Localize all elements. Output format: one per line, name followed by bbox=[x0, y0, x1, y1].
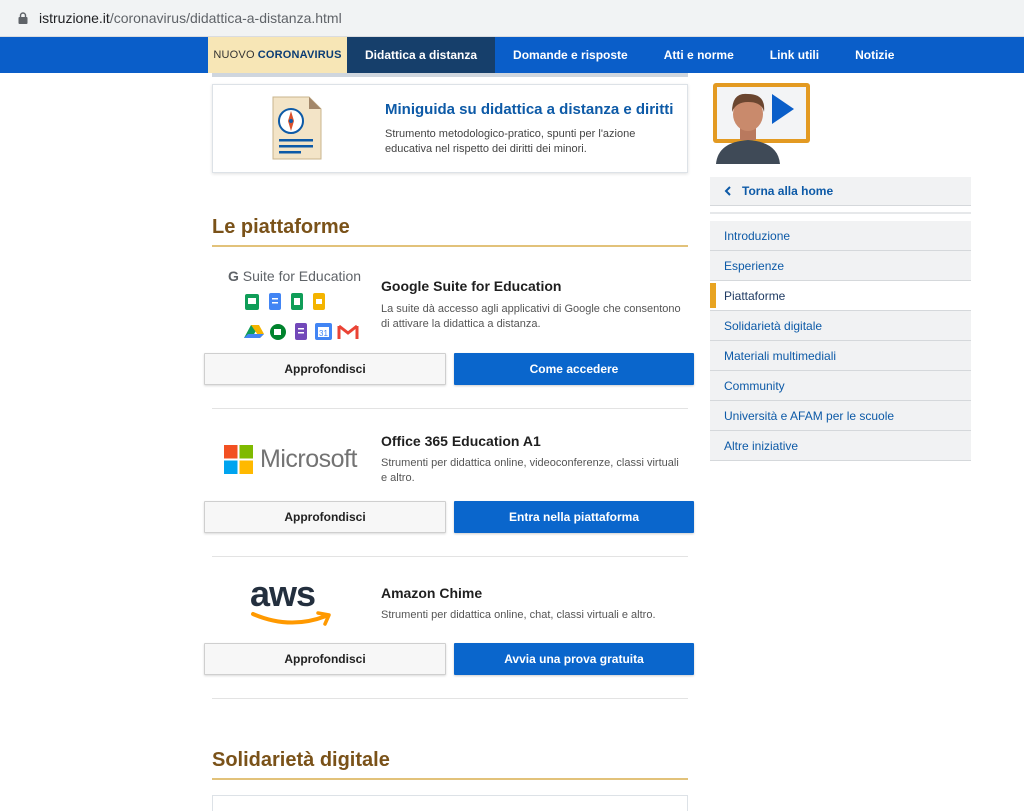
sidebar-item-universita[interactable]: Università e AFAM per le scuole bbox=[710, 401, 971, 431]
platform-divider bbox=[212, 698, 688, 699]
nav-item-notizie[interactable]: Notizie bbox=[837, 37, 912, 73]
platform-desc-microsoft: Strumenti per didattica online, videocon… bbox=[381, 457, 679, 484]
url-domain: istruzione.it bbox=[39, 10, 110, 26]
aws-logo: aws bbox=[250, 576, 340, 630]
amazon-prova-gratuita-button[interactable]: Avvia una prova gratuita bbox=[454, 643, 694, 675]
gsuite-apps-icon: 31 bbox=[244, 293, 359, 340]
miniguide-description: Strumento metodologico-pratico, spunti p… bbox=[385, 128, 636, 155]
platform-desc-google: La suite dà accesso agli applicativi di … bbox=[381, 303, 681, 330]
gsuite-logo: G Suite for Education 31 bbox=[226, 268, 366, 344]
microsoft-logo: Microsoft bbox=[224, 444, 364, 474]
sidebar-item-solidarieta[interactable]: Solidarietà digitale bbox=[710, 311, 971, 341]
platform-desc-amazon: Strumenti per didattica online, chat, cl… bbox=[381, 609, 656, 621]
nav-item-domande[interactable]: Domande e risposte bbox=[495, 37, 646, 73]
miniguide-card[interactable]: Miniguida su didattica a distanza e diri… bbox=[212, 84, 688, 173]
aws-wordmark: aws bbox=[250, 573, 316, 614]
lock-icon bbox=[16, 11, 30, 25]
platform-title-amazon: Amazon Chime bbox=[381, 585, 483, 601]
microsoft-approfondisci-button[interactable]: Approfondisci bbox=[204, 501, 446, 533]
top-navigation: NUOVO CORONAVIRUS Didattica a distanza Do… bbox=[0, 37, 1024, 73]
browser-address-bar[interactable]: istruzione.it/coronavirus/didattica-a-di… bbox=[0, 0, 1024, 37]
gsuite-logo-rest: Suite for Education bbox=[238, 268, 362, 284]
url-path: /coronavirus/didattica-a-distanza.html bbox=[109, 10, 342, 26]
sidebar-separator bbox=[710, 212, 971, 214]
sidebar-menu: Introduzione Esperienze Piattaforme Soli… bbox=[710, 221, 971, 461]
sidebar-item-altre-iniziative[interactable]: Altre iniziative bbox=[710, 431, 971, 461]
badge-prefix: NUOVO bbox=[213, 49, 255, 61]
microsoft-entra-button[interactable]: Entra nella piattaforma bbox=[454, 501, 694, 533]
torna-alla-home-label: Torna alla home bbox=[742, 184, 834, 198]
google-come-accedere-button[interactable]: Come accedere bbox=[454, 353, 694, 385]
aws-smile-icon bbox=[251, 611, 331, 626]
section-title-piattaforme: Le piattaforme bbox=[212, 216, 688, 247]
torna-alla-home-link[interactable]: Torna alla home bbox=[710, 177, 971, 206]
url-text[interactable]: istruzione.it/coronavirus/didattica-a-di… bbox=[39, 10, 342, 26]
nav-item-atti[interactable]: Atti e norme bbox=[646, 37, 752, 73]
gsuite-logo-g: G bbox=[228, 268, 239, 284]
nuovo-coronavirus-badge[interactable]: NUOVO CORONAVIRUS bbox=[208, 37, 347, 73]
microsoft-wordmark: Microsoft bbox=[260, 444, 357, 473]
badge-strong: CORONAVIRUS bbox=[257, 49, 342, 61]
nav-item-didattica[interactable]: Didattica a distanza bbox=[347, 37, 496, 73]
sidebar-item-esperienze[interactable]: Esperienze bbox=[710, 251, 971, 281]
chevron-left-icon bbox=[724, 184, 732, 199]
svg-text:31: 31 bbox=[319, 329, 328, 338]
platform-title-microsoft: Office 365 Education A1 bbox=[381, 433, 541, 449]
miniguide-title[interactable]: Miniguida su didattica a distanza e diri… bbox=[385, 101, 673, 118]
sidebar-item-introduzione[interactable]: Introduzione bbox=[710, 221, 971, 251]
amazon-approfondisci-button[interactable]: Approfondisci bbox=[204, 643, 446, 675]
sidebar-item-piattaforme[interactable]: Piattaforme bbox=[710, 281, 971, 311]
section-title-solidarieta: Solidarietà digitale bbox=[212, 749, 688, 780]
next-card-edge bbox=[212, 795, 688, 811]
platform-title-google: Google Suite for Education bbox=[381, 278, 562, 294]
microsoft-squares-icon bbox=[224, 444, 253, 474]
previous-card-edge bbox=[212, 73, 688, 77]
document-compass-icon bbox=[271, 95, 323, 161]
person-video-icon bbox=[712, 82, 812, 164]
sidebar-item-community[interactable]: Community bbox=[710, 371, 971, 401]
platform-divider bbox=[212, 556, 688, 557]
platform-divider bbox=[212, 408, 688, 409]
nav-item-link-utili[interactable]: Link utili bbox=[752, 37, 837, 73]
sidebar-item-materiali[interactable]: Materiali multimediali bbox=[710, 341, 971, 371]
google-approfondisci-button[interactable]: Approfondisci bbox=[204, 353, 446, 385]
